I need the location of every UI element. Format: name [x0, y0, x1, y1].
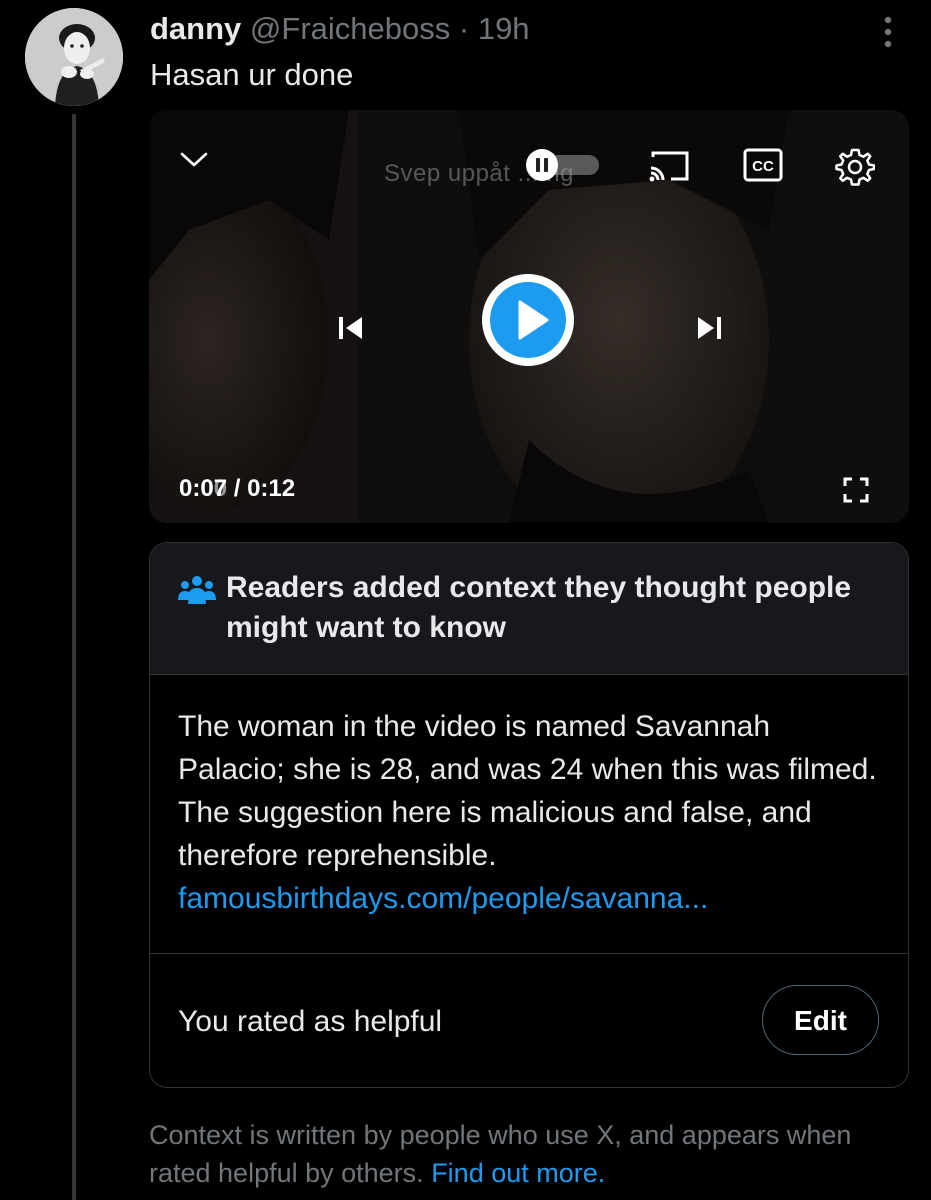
community-note-title: Readers added context they thought peopl… [226, 571, 852, 644]
community-note-text: The woman in the video is named Savannah… [178, 710, 877, 872]
context-footer: Context is written by people who use X, … [149, 1116, 919, 1192]
tweet-page: danny @Fraicheboss · 19h Hasan ur done S… [0, 0, 931, 1200]
user-handle[interactable]: @Fraicheboss [250, 11, 450, 46]
video-time-readout: 0:00 0:07 / 0:12 [179, 475, 295, 503]
tweet-header: danny @Fraicheboss · 19h [150, 10, 530, 48]
thread-line [72, 114, 76, 1200]
avatar[interactable] [25, 8, 123, 106]
people-icon [178, 574, 216, 604]
current-time: 0:07 [179, 475, 228, 502]
community-note-header[interactable]: Readers added context they thought peopl… [150, 543, 908, 675]
svg-text:CC: CC [752, 158, 774, 175]
video-player[interactable]: Svep uppåt ... ng CC 0:00 0:07 / 0:12 [149, 110, 909, 523]
community-note-card: Readers added context they thought peopl… [149, 542, 909, 1088]
community-note-source-link[interactable]: famousbirthdays.com/people/savanna... [178, 877, 878, 920]
skip-next-icon[interactable] [694, 314, 724, 347]
separator-dot: · [458, 11, 470, 46]
rating-status: You rated as helpful [178, 1005, 443, 1038]
fullscreen-icon[interactable] [842, 476, 870, 509]
tweet-time[interactable]: 19h [478, 11, 530, 46]
divider [150, 953, 908, 954]
edit-rating-button[interactable]: Edit [762, 985, 879, 1055]
tweet-text: Hasan ur done [150, 57, 354, 92]
user-avatar-photo [25, 8, 123, 106]
find-out-more-link[interactable]: Find out more. [431, 1158, 605, 1188]
community-note-body: The woman in the video is named Savannah… [178, 705, 878, 920]
total-time: 0:12 [247, 475, 296, 502]
cc-icon[interactable]: CC [743, 148, 783, 187]
gear-icon[interactable] [835, 146, 876, 191]
cast-icon[interactable] [647, 148, 691, 189]
chevron-down-icon[interactable] [179, 150, 209, 175]
time-separator: / [227, 475, 248, 502]
display-name[interactable]: danny [150, 11, 241, 46]
play-icon[interactable] [480, 272, 576, 373]
pause-toggle-icon[interactable] [525, 148, 601, 187]
more-vertical-icon[interactable] [870, 12, 906, 52]
skip-previous-icon[interactable] [336, 314, 366, 347]
